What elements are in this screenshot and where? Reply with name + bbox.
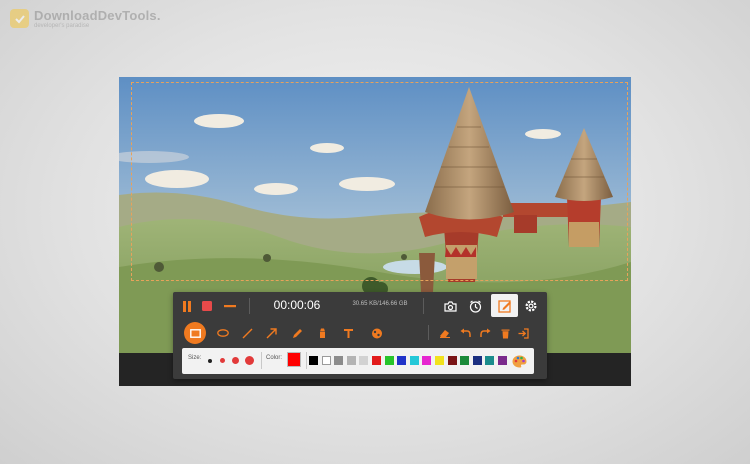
highlighter-tool[interactable] <box>312 323 332 343</box>
size-label: Size: <box>188 355 202 361</box>
undo-icon <box>460 328 471 337</box>
color-swatch[interactable] <box>397 356 407 365</box>
edit-button[interactable] <box>491 294 518 317</box>
color-swatch[interactable] <box>309 356 318 365</box>
line-tool[interactable] <box>237 323 257 343</box>
drawing-tools-row <box>173 320 547 345</box>
color-swatch[interactable] <box>447 356 457 365</box>
clock-icon <box>469 300 481 313</box>
color-swatch[interactable] <box>460 356 470 365</box>
color-swatch[interactable] <box>346 356 356 365</box>
size-option-4[interactable] <box>245 356 254 365</box>
redo-icon <box>479 328 490 337</box>
edit-icon <box>497 299 511 313</box>
color-swatch[interactable] <box>422 356 432 365</box>
text-tool[interactable] <box>338 323 358 343</box>
color-swatch[interactable] <box>321 356 331 365</box>
color-swatch[interactable] <box>384 356 394 365</box>
undo-button[interactable] <box>455 323 475 343</box>
current-color-swatch[interactable] <box>287 352 301 367</box>
control-row: 00:00:06 30.65 KB/146.66 GB <box>173 292 547 320</box>
stop-button[interactable] <box>197 296 217 316</box>
minimize-button[interactable] <box>220 296 240 316</box>
settings-button[interactable] <box>521 296 541 316</box>
rectangle-tool[interactable] <box>184 322 206 344</box>
style-options-panel: Size: Color: <box>182 348 534 374</box>
redo-button[interactable] <box>475 323 495 343</box>
color-swatch[interactable] <box>334 356 344 365</box>
ellipse-tool[interactable] <box>213 323 233 343</box>
watermark-title: DownloadDevTools. <box>34 8 161 23</box>
watermark-subtitle: developer's paradise <box>34 23 90 29</box>
eraser-tool[interactable] <box>435 323 455 343</box>
color-swatch[interactable] <box>409 356 419 365</box>
divider <box>306 352 307 369</box>
line-icon <box>242 328 252 338</box>
color-label: Color: <box>266 355 283 361</box>
pencil-tool[interactable] <box>287 323 307 343</box>
stop-icon <box>202 301 212 311</box>
size-option-2[interactable] <box>220 358 225 363</box>
divider <box>249 298 250 314</box>
delete-icon <box>501 329 509 338</box>
logo-icon <box>10 9 29 28</box>
schedule-button[interactable] <box>465 296 485 316</box>
color-swatch[interactable] <box>435 356 444 365</box>
arrow-icon <box>266 327 277 338</box>
text-icon <box>343 328 353 338</box>
color-swatch[interactable] <box>498 356 507 365</box>
divider <box>423 298 424 314</box>
color-swatch[interactable] <box>359 356 369 365</box>
ellipse-icon <box>217 329 229 337</box>
divider <box>428 325 429 340</box>
palette-icon <box>512 355 526 367</box>
blur-tool[interactable] <box>367 323 387 343</box>
recording-toolbar: 00:00:06 30.65 KB/146.66 GB Size: Color: <box>173 292 547 379</box>
exit-icon <box>518 327 529 339</box>
delete-button[interactable] <box>495 323 515 343</box>
pause-icon <box>183 300 191 312</box>
gear-icon <box>525 300 537 312</box>
minimize-icon <box>224 305 236 308</box>
size-option-1[interactable] <box>208 358 212 363</box>
size-option-3[interactable] <box>232 357 239 364</box>
pencil-icon <box>292 328 302 338</box>
color-swatch[interactable] <box>372 356 381 365</box>
watermark: DownloadDevTools. developer's paradise <box>10 9 161 30</box>
custom-color-button[interactable] <box>510 352 528 370</box>
recording-timer: 00:00:06 <box>273 298 321 312</box>
file-size-readout: 30.65 KB/146.66 GB <box>352 301 408 307</box>
color-swatch[interactable] <box>472 356 482 365</box>
highlighter-icon <box>319 328 325 338</box>
arrow-tool[interactable] <box>261 323 281 343</box>
rectangle-icon <box>189 328 201 338</box>
pause-button[interactable] <box>177 296 197 316</box>
screenshot-button[interactable] <box>440 296 460 316</box>
divider <box>261 352 262 369</box>
blur-icon <box>372 328 382 338</box>
color-swatch[interactable] <box>485 356 495 365</box>
eraser-icon <box>440 330 450 338</box>
camera-icon <box>443 300 457 312</box>
exit-edit-button[interactable] <box>513 323 533 343</box>
